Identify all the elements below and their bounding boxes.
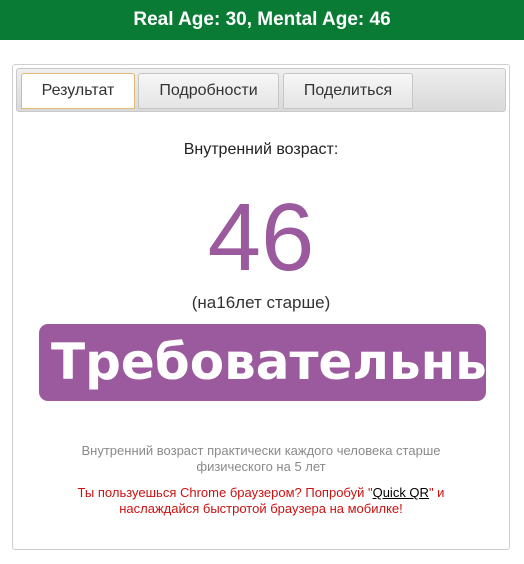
promo-text-before: Ты пользуешься Chrome браузером? Попробу… <box>77 485 373 500</box>
tab-details[interactable]: Подробности <box>138 73 279 109</box>
info-note-line2: физического на 5 лет <box>196 459 326 474</box>
tab-share[interactable]: Поделиться <box>283 73 413 109</box>
result-panel: Результат Подробности Поделиться Внутрен… <box>12 64 510 550</box>
inner-age-label: Внутренний возраст: <box>183 141 339 158</box>
promo-line1: Ты пользуешься Chrome браузером? Попробу… <box>43 485 479 501</box>
header-title: Real Age: 30, Mental Age: 46 <box>133 9 391 30</box>
tab-share-label: Поделиться <box>303 82 393 99</box>
promo-message: Ты пользуешься Chrome браузером? Попробу… <box>43 485 479 517</box>
tab-details-label: Подробности <box>159 82 258 99</box>
info-note: Внутренний возраст практически каждого ч… <box>43 443 479 475</box>
age-difference: (на16лет старше) <box>191 293 331 312</box>
tab-result[interactable]: Результат <box>21 73 135 109</box>
personality-type-banner: Требовательны <box>39 324 486 401</box>
tab-bar: Результат Подробности Поделиться <box>16 68 506 112</box>
inner-age-value: 46 <box>207 184 315 291</box>
tab-result-label: Результат <box>41 82 115 99</box>
page-header: Real Age: 30, Mental Age: 46 <box>0 0 524 40</box>
promo-text-after: " и <box>428 485 445 500</box>
quick-qr-link[interactable]: Quick QR <box>373 485 429 500</box>
promo-line2: наслаждайся быстротой браузера на мобилк… <box>119 501 403 516</box>
info-note-line1: Внутренний возраст практически каждого ч… <box>81 443 441 458</box>
personality-type-label: Требовательны <box>51 333 486 391</box>
